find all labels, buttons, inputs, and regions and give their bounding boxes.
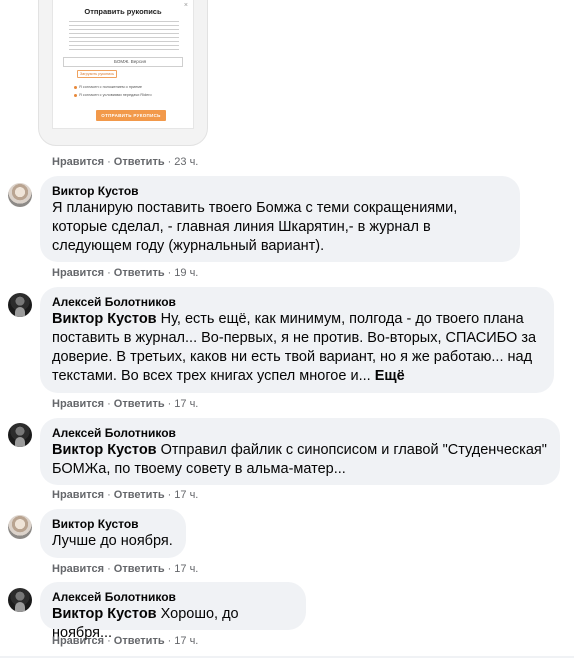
reply-button[interactable]: Ответить <box>114 489 165 501</box>
mention-link[interactable]: Виктор Кустов <box>52 311 157 327</box>
like-button[interactable]: Нравится <box>52 156 104 168</box>
comment-author[interactable]: Виктор Кустов <box>52 183 508 199</box>
comment-actions: Нравится · Ответить · 23 ч. <box>52 156 198 168</box>
comment-actions: Нравится · Ответить · 19 ч. <box>52 267 198 279</box>
comment-actions: Нравится · Ответить · 17 ч. <box>52 398 198 410</box>
comment-text: Лучше до ноября. <box>52 532 174 551</box>
form-description <box>69 21 179 51</box>
like-button[interactable]: Нравится <box>52 489 104 501</box>
separator: · <box>167 563 172 575</box>
comment-time[interactable]: 19 ч. <box>174 267 198 279</box>
mention-link[interactable]: Виктор Кустов <box>52 442 157 458</box>
like-button[interactable]: Нравится <box>52 267 104 279</box>
avatar[interactable] <box>8 183 32 207</box>
comment-bubble: Алексей Болотников Виктор Кустов Отправи… <box>40 418 560 485</box>
comment-time[interactable]: 17 ч. <box>174 398 198 410</box>
like-button[interactable]: Нравится <box>52 635 104 647</box>
form-title: Отправить рукопись <box>84 7 162 16</box>
avatar[interactable] <box>8 423 32 447</box>
separator: · <box>167 156 172 168</box>
comment-bubble: Виктор Кустов Я планирую поставить твоег… <box>40 176 520 262</box>
agree-checkbox-2: Я согласен с условиями передачи Ridero <box>74 93 159 98</box>
separator: · <box>107 489 111 501</box>
close-icon: × <box>183 2 188 9</box>
separator: · <box>107 267 111 279</box>
reply-button[interactable]: Ответить <box>114 156 165 168</box>
comment-actions: Нравится · Ответить · 17 ч. <box>52 563 198 575</box>
submit-button: ОТПРАВИТЬ РУКОПИСЬ <box>96 110 166 121</box>
avatar[interactable] <box>8 293 32 317</box>
comment-author[interactable]: Алексей Болотников <box>52 294 542 310</box>
comment-author[interactable]: Алексей Болотников <box>52 425 548 441</box>
comment-text: Виктор Кустов Отправил файлик с синопсис… <box>52 441 548 479</box>
like-button[interactable]: Нравится <box>52 563 104 575</box>
comment-bubble: Алексей Болотников Виктор Кустов Хорошо,… <box>40 582 306 641</box>
agree-checkbox-1: Я согласен с положением о приеме <box>74 85 159 90</box>
comment-text: Я планирую поставить твоего Бомжа с теми… <box>52 199 508 256</box>
comment-bubble: Алексей Болотников Виктор Кустов Ну, ест… <box>40 287 554 393</box>
separator: · <box>167 267 172 279</box>
comment-time[interactable]: 17 ч. <box>174 489 198 501</box>
comment-time[interactable]: 17 ч. <box>174 563 198 575</box>
comment-body: Лучше до ноября. <box>52 533 173 549</box>
avatar[interactable] <box>8 515 32 539</box>
reply-button[interactable]: Ответить <box>114 267 165 279</box>
comment-author[interactable]: Виктор Кустов <box>52 516 174 532</box>
reply-button[interactable]: Ответить <box>114 563 165 575</box>
separator: · <box>167 398 172 410</box>
comment-time[interactable]: 23 ч. <box>174 156 198 168</box>
mention-link[interactable]: Виктор Кустов <box>52 606 157 622</box>
manuscript-form: Отправить рукопись × БОМЖ. Версия Загруз… <box>52 0 194 129</box>
comment-text: Виктор Кустов Ну, есть ещё, как минимум,… <box>52 310 542 386</box>
like-button[interactable]: Нравится <box>52 398 104 410</box>
reply-button[interactable]: Ответить <box>114 398 165 410</box>
see-more-link[interactable]: Ещё <box>375 368 405 384</box>
comment-body: Я планирую поставить твоего Бомжа с теми… <box>52 200 458 254</box>
comment-actions: Нравится · Ответить · 17 ч. <box>52 635 198 647</box>
comment-actions: Нравится · Ответить · 17 ч. <box>52 489 198 501</box>
separator: · <box>167 635 172 647</box>
separator: · <box>107 156 111 168</box>
comment-time[interactable]: 17 ч. <box>174 635 198 647</box>
title-field: БОМЖ. Версия <box>63 57 183 67</box>
attached-image[interactable]: Отправить рукопись × БОМЖ. Версия Загруз… <box>38 0 208 146</box>
separator: · <box>107 563 111 575</box>
separator: · <box>167 489 172 501</box>
separator: · <box>107 635 111 647</box>
comment-bubble: Виктор Кустов Лучше до ноября. <box>40 509 186 558</box>
comment-author[interactable]: Алексей Болотников <box>52 589 294 605</box>
upload-button: Загрузить рукопись <box>77 70 117 78</box>
reply-button[interactable]: Ответить <box>114 635 165 647</box>
separator: · <box>107 398 111 410</box>
avatar[interactable] <box>8 588 32 612</box>
